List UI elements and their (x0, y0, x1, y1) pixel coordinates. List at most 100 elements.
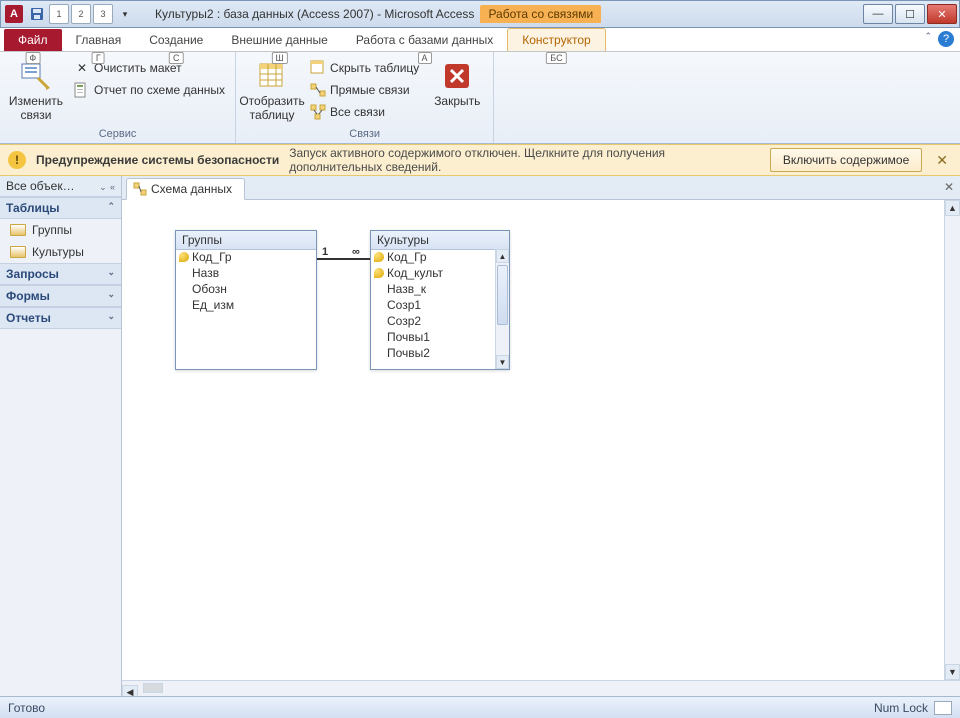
tab-create[interactable]: Создание С (135, 29, 217, 51)
show-table-button[interactable]: Отобразить таблицу (242, 58, 302, 125)
app-icon[interactable]: A (5, 5, 23, 23)
relationships-icon (133, 182, 147, 196)
scroll-thumb[interactable] (143, 683, 163, 693)
document-tabs: Схема данных ✕ (122, 176, 960, 200)
schema-table-groups[interactable]: Группы Код_Гр Назв Обозн Ед_изм (175, 230, 317, 370)
nav-item-groups[interactable]: Группы (0, 219, 121, 241)
quick-access-toolbar: 1 2 3 ▾ (27, 4, 135, 24)
keytip-create: С (169, 52, 184, 64)
help-icon[interactable]: ? (938, 31, 954, 47)
nav-collapse-icon[interactable]: « (110, 182, 115, 192)
table-icon (10, 224, 26, 236)
direct-relations-label: Прямые связи (330, 83, 410, 97)
close-design-button[interactable]: Закрыть (427, 58, 487, 110)
ribbon-group-relations-title: Связи (242, 127, 487, 141)
chevron-down-icon: ⌄ (107, 289, 115, 303)
relationship-line[interactable] (317, 258, 370, 260)
field-kod-kult[interactable]: Код_культ (371, 265, 495, 281)
nav-item-cultures-label: Культуры (32, 245, 84, 259)
table-scrollbar[interactable]: ▲ ▼ (495, 249, 509, 369)
security-close-button[interactable]: ✕ (932, 152, 952, 169)
keytip-design: БС (546, 52, 566, 64)
ribbon-collapse-icon[interactable]: ⌃ (924, 31, 932, 47)
relationships-canvas[interactable]: 1 ∞ Группы Код_Гр Назв Обозн Ед_изм Куль… (122, 200, 960, 696)
nav-section-queries-label: Запросы (6, 267, 59, 281)
show-table-icon (256, 60, 288, 92)
qat-save-icon[interactable] (27, 4, 47, 24)
all-relations-button[interactable]: Все связи (306, 102, 423, 122)
scroll-up-icon[interactable]: ▲ (496, 249, 509, 263)
schema-report-label: Отчет по схеме данных (94, 83, 225, 97)
tab-external-data[interactable]: Внешние данные Ш (217, 29, 342, 51)
ribbon-group-relations: Отобразить таблицу Скрыть таблицу Прямые… (236, 52, 494, 143)
field-kod-gr-c[interactable]: Код_Гр (371, 249, 495, 265)
tab-file[interactable]: Файл Ф (4, 29, 62, 51)
schema-table-groups-body: Код_Гр Назв Обозн Ед_изм (176, 249, 316, 369)
enable-content-button[interactable]: Включить содержимое (770, 148, 922, 172)
field-kod-gr[interactable]: Код_Гр (176, 249, 316, 265)
contextual-tab-title: Работа со связями (480, 5, 601, 23)
qat-slot-1[interactable]: 1 (49, 4, 69, 24)
direct-relations-icon (310, 82, 326, 98)
nav-item-groups-label: Группы (32, 223, 72, 237)
tab-design-label: Конструктор (522, 33, 590, 47)
maximize-button[interactable]: ☐ (895, 4, 925, 24)
nav-section-tables[interactable]: Таблицы ⌃ (0, 197, 121, 219)
ribbon-group-service-title: Сервис (6, 127, 229, 141)
tab-home-label: Главная (76, 33, 122, 47)
tab-file-label: Файл (18, 33, 48, 47)
direct-relations-button[interactable]: Прямые связи (306, 80, 423, 100)
schema-report-icon (74, 82, 90, 98)
scroll-thumb[interactable] (497, 265, 508, 325)
security-message: Запуск активного содержимого отключен. Щ… (289, 146, 760, 175)
keytip-external: Ш (271, 52, 287, 64)
field-pochvy1[interactable]: Почвы1 (371, 329, 495, 345)
scroll-up-icon[interactable]: ▲ (945, 200, 960, 216)
title-bar: A 1 2 3 ▾ Культуры2 : база данных (Acces… (0, 0, 960, 28)
hide-table-button[interactable]: Скрыть таблицу (306, 58, 423, 78)
schema-table-cultures[interactable]: Культуры Код_Гр Код_культ Назв_к Созр1 С… (370, 230, 510, 370)
qat-slot-3[interactable]: 3 (93, 4, 113, 24)
ribbon-tabs: Файл Ф Главная Г Создание С Внешние данн… (0, 28, 960, 52)
all-relations-icon (310, 104, 326, 120)
nav-section-forms[interactable]: Формы ⌄ (0, 285, 121, 307)
scroll-left-icon[interactable]: ◀ (122, 685, 138, 696)
schema-report-button[interactable]: Отчет по схеме данных (70, 80, 229, 100)
doc-tab-schema[interactable]: Схема данных (126, 178, 245, 200)
navigation-pane: Все объек… ⌄ « Таблицы ⌃ Группы Культуры… (0, 176, 122, 696)
tab-home[interactable]: Главная Г (62, 29, 136, 51)
tab-database-tools[interactable]: Работа с базами данных А (342, 29, 507, 51)
canvas-horizontal-scrollbar[interactable]: ◀ (122, 680, 960, 696)
view-button-1[interactable] (934, 701, 952, 715)
field-nazv[interactable]: Назв (176, 265, 316, 281)
doc-tab-close-button[interactable]: ✕ (944, 180, 954, 194)
search-dropdown-icon[interactable]: ⌄ (99, 182, 107, 192)
edit-relations-button[interactable]: Изменить связи (6, 58, 66, 125)
field-nazv-k[interactable]: Назв_к (371, 281, 495, 297)
field-pochvy2[interactable]: Почвы2 (371, 345, 495, 361)
nav-section-reports[interactable]: Отчеты ⌄ (0, 307, 121, 329)
qat-customize-icon[interactable]: ▾ (115, 4, 135, 24)
status-bar: Готово Num Lock (0, 696, 960, 718)
nav-item-cultures[interactable]: Культуры (0, 241, 121, 263)
schema-table-cultures-title: Культуры (371, 231, 509, 250)
field-obozn[interactable]: Обозн (176, 281, 316, 297)
show-table-label: Отобразить таблицу (239, 94, 304, 123)
scroll-down-icon[interactable]: ▼ (945, 664, 960, 680)
minimize-button[interactable]: — (863, 4, 893, 24)
nav-header[interactable]: Все объек… ⌄ « (0, 176, 121, 197)
doc-tab-schema-label: Схема данных (151, 182, 232, 196)
field-sozr2[interactable]: Созр2 (371, 313, 495, 329)
nav-section-queries[interactable]: Запросы ⌄ (0, 263, 121, 285)
window-title-text: Культуры2 : база данных (Access 2007) - … (155, 7, 474, 21)
scroll-down-icon[interactable]: ▼ (496, 355, 509, 369)
field-ed-izm[interactable]: Ед_изм (176, 297, 316, 313)
canvas-vertical-scrollbar[interactable]: ▲ ▼ (944, 200, 960, 680)
tab-design[interactable]: Конструктор БС (507, 28, 605, 51)
qat-slot-2[interactable]: 2 (71, 4, 91, 24)
field-sozr1[interactable]: Созр1 (371, 297, 495, 313)
close-icon (441, 60, 473, 92)
close-button[interactable]: ✕ (927, 4, 957, 24)
nav-header-label: Все объек… (6, 179, 75, 193)
nav-section-tables-label: Таблицы (6, 201, 59, 215)
